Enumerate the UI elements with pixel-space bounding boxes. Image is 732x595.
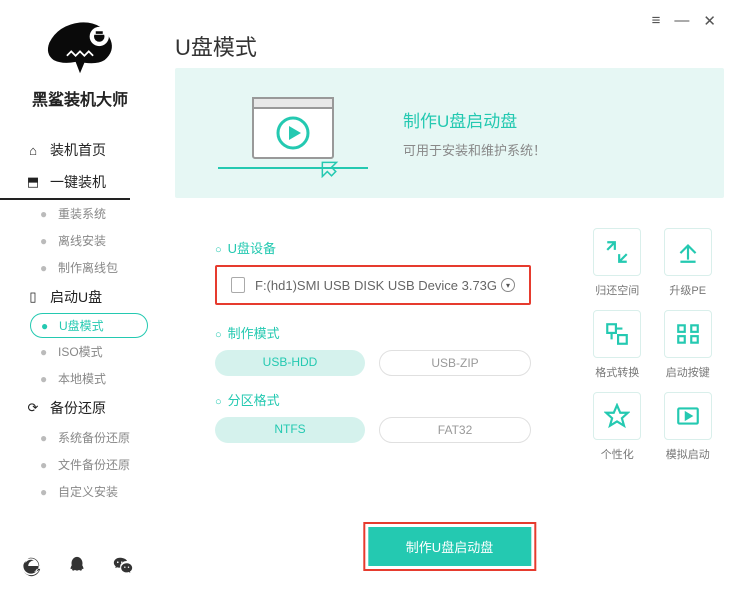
mode-section-label: 制作模式 [215, 323, 571, 342]
bullet-icon: ● [40, 431, 50, 445]
usb-icon: ▯ [24, 289, 42, 305]
tool-simulate-boot[interactable]: 模拟启动 [662, 392, 714, 462]
tool-upgrade-pe[interactable]: 升级PE [662, 228, 714, 298]
tool-grid: 归还空间 升级PE 格式转换 启动按键 个性化 模拟启动 [591, 228, 724, 462]
nav-home[interactable]: ⌂ 装机首页 [0, 134, 160, 166]
bullet-icon: ● [40, 261, 50, 275]
menu-icon[interactable]: ≡ [652, 12, 661, 30]
banner-illustration [203, 88, 383, 178]
nav-file-backup-label: 文件备份还原 [58, 456, 130, 473]
nav-onekey-label: 一键装机 [50, 172, 106, 192]
install-icon: ⬒ [24, 174, 42, 190]
home-icon: ⌂ [24, 143, 42, 158]
bottom-icons [20, 555, 134, 577]
qq-icon[interactable] [66, 555, 88, 577]
brand-name: 黑鲨装机大师 [0, 86, 160, 110]
nav-offline[interactable]: ● 离线安装 [0, 227, 160, 254]
nav-offline-label: 离线安装 [58, 232, 106, 249]
tool-label: 归还空间 [591, 282, 643, 298]
nav-home-label: 装机首页 [50, 140, 106, 160]
tool-boot-key[interactable]: 启动按键 [662, 310, 714, 380]
page-title: U盘模式 [175, 30, 724, 62]
bullet-icon: ● [41, 319, 51, 333]
banner-title: 制作U盘启动盘 [403, 107, 546, 132]
banner-subtitle: 可用于安装和维护系统！ [403, 140, 546, 159]
nav-onekey[interactable]: ⬒ 一键装机 [0, 166, 130, 200]
mode-usb-hdd[interactable]: USB-HDD [215, 350, 365, 376]
nav-local-mode-label: 本地模式 [58, 370, 106, 387]
bullet-icon: ● [40, 458, 50, 472]
nav-boot-label: 启动U盘 [50, 287, 102, 307]
nav-usb-mode[interactable]: ● U盘模式 [30, 313, 148, 338]
nav-boot[interactable]: ▯ 启动U盘 [0, 281, 160, 313]
main: U盘模式 制作U盘启动盘 可用于安装和维护系统！ U盘设备 F:(hd1)SMI… [175, 30, 724, 595]
tool-label: 模拟启动 [662, 446, 714, 462]
play-screen-icon [664, 392, 712, 440]
tool-personalize[interactable]: 个性化 [591, 392, 643, 462]
convert-icon [593, 310, 641, 358]
nav-file-backup[interactable]: ● 文件备份还原 [0, 451, 160, 478]
nav-usb-mode-label: U盘模式 [59, 317, 104, 334]
nav-reinstall[interactable]: ● 重装系统 [0, 200, 160, 227]
banner-text: 制作U盘启动盘 可用于安装和维护系统！ [403, 107, 546, 159]
logo-area: 黑鲨装机大师 [0, 12, 160, 110]
device-dropdown[interactable]: F:(hd1)SMI USB DISK USB Device 3.73G ▾ [215, 265, 531, 305]
nav-backup[interactable]: ⟳ 备份还原 [0, 392, 160, 424]
nav-local-mode[interactable]: ● 本地模式 [0, 365, 160, 392]
keyboard-icon [664, 310, 712, 358]
tool-label: 启动按键 [662, 364, 714, 380]
nav-iso-mode[interactable]: ● ISO模式 [0, 338, 160, 365]
tool-label: 升级PE [662, 282, 714, 298]
mode-usb-zip[interactable]: USB-ZIP [379, 350, 531, 376]
mode-options: USB-HDD USB-ZIP [215, 350, 531, 376]
bullet-icon: ● [40, 234, 50, 248]
content-area: U盘设备 F:(hd1)SMI USB DISK USB Device 3.73… [175, 228, 724, 462]
format-section-label: 分区格式 [215, 390, 571, 409]
bullet-icon: ● [40, 372, 50, 386]
nav-list: ⌂ 装机首页 ⬒ 一键装机 ● 重装系统 ● 离线安装 ● 制作离线包 ▯ 启动U盘 ● U盘… [0, 134, 160, 505]
nav-custom-install-label: 自定义安装 [58, 483, 118, 500]
nav-sys-backup[interactable]: ● 系统备份还原 [0, 424, 160, 451]
nav-custom-install[interactable]: ● 自定义安装 [0, 478, 160, 505]
close-icon[interactable]: ✕ [703, 12, 716, 30]
nav-make-offline[interactable]: ● 制作离线包 [0, 254, 160, 281]
bullet-icon: ● [40, 345, 50, 359]
create-usb-button[interactable]: 制作U盘启动盘 [368, 527, 531, 566]
minimize-icon[interactable]: — [674, 12, 689, 30]
bullet-icon: ● [40, 485, 50, 499]
format-ntfs[interactable]: NTFS [215, 417, 365, 443]
tool-restore-space[interactable]: 归还空间 [591, 228, 643, 298]
ie-icon[interactable] [20, 555, 42, 577]
device-section-label: U盘设备 [215, 238, 571, 257]
upgrade-icon [664, 228, 712, 276]
bullet-icon: ● [40, 207, 50, 221]
shark-logo [35, 12, 125, 82]
restore-space-icon [593, 228, 641, 276]
window-controls: ≡ — ✕ [652, 12, 716, 30]
left-column: U盘设备 F:(hd1)SMI USB DISK USB Device 3.73… [175, 228, 591, 462]
nav-sys-backup-label: 系统备份还原 [58, 429, 130, 446]
format-fat32[interactable]: FAT32 [379, 417, 531, 443]
banner: 制作U盘启动盘 可用于安装和维护系统！ [175, 68, 724, 198]
usb-device-icon [231, 277, 245, 293]
nav-backup-label: 备份还原 [50, 398, 106, 418]
nav-reinstall-label: 重装系统 [58, 205, 106, 222]
nav-iso-mode-label: ISO模式 [58, 343, 103, 360]
tool-label: 格式转换 [591, 364, 643, 380]
chevron-down-icon: ▾ [501, 278, 515, 292]
star-icon [593, 392, 641, 440]
format-options: NTFS FAT32 [215, 417, 531, 443]
create-button-highlight: 制作U盘启动盘 [363, 522, 536, 571]
backup-icon: ⟳ [24, 400, 42, 416]
tool-format-convert[interactable]: 格式转换 [591, 310, 643, 380]
nav-make-offline-label: 制作离线包 [58, 259, 118, 276]
sidebar: 黑鲨装机大师 ⌂ 装机首页 ⬒ 一键装机 ● 重装系统 ● 离线安装 ● 制作离线包 ▯ 启… [0, 0, 160, 595]
device-value: F:(hd1)SMI USB DISK USB Device 3.73G [255, 278, 497, 293]
tool-label: 个性化 [591, 446, 643, 462]
wechat-icon[interactable] [112, 555, 134, 577]
